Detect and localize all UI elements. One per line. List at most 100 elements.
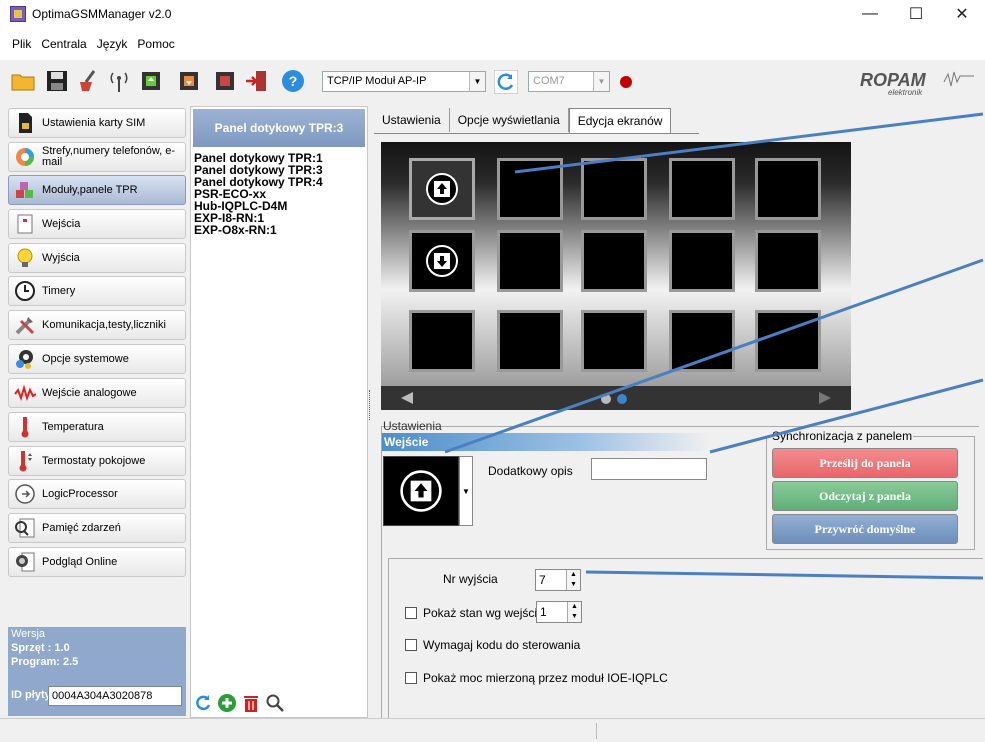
screen-button-cell[interactable] xyxy=(755,158,821,220)
tab-settings[interactable]: Ustawienia xyxy=(374,108,450,132)
previous-screen-icon[interactable] xyxy=(401,392,413,404)
sidebar-item-online-preview[interactable]: Podgląd Online xyxy=(8,547,186,577)
sidebar-item-zones[interactable]: Strefy,numery telefonów, e-mail xyxy=(8,142,186,172)
zones-pie-icon xyxy=(16,148,34,166)
sidebar-item-timers[interactable]: Timery xyxy=(8,276,186,306)
send-to-panel-button[interactable]: Prześlij do panela xyxy=(772,448,958,478)
checkbox-box[interactable] xyxy=(405,672,417,684)
sidebar-item-sim[interactable]: Ustawienia karty SIM xyxy=(8,108,186,138)
svg-text:ROPAM: ROPAM xyxy=(860,70,927,90)
clock-icon xyxy=(15,281,35,301)
page-dot[interactable] xyxy=(601,394,611,404)
section-title: Wejście xyxy=(382,433,710,451)
sidebar-item-analog-input[interactable]: Wejście analogowe xyxy=(8,378,186,408)
search-icon[interactable] xyxy=(265,693,285,713)
module-list: Panel dotykowy TPR:1 Panel dotykowy TPR:… xyxy=(194,152,323,236)
sidebar-item-modules[interactable]: Moduły,panele TPR xyxy=(8,175,186,205)
save-icon[interactable] xyxy=(44,68,70,94)
screen-button-cell[interactable] xyxy=(409,310,475,372)
tab-display-options[interactable]: Opcje wyświetlania xyxy=(450,108,569,132)
show-power-checkbox[interactable]: Pokaż moc mierzoną przez moduł IOE-IQPLC xyxy=(405,671,668,685)
screen-button-cell[interactable] xyxy=(409,230,475,292)
sidebar-item-event-log[interactable]: Pamięć zdarzeń xyxy=(8,513,186,543)
show-state-input-stepper[interactable]: 1 ▲ ▼ xyxy=(536,601,582,623)
port-select[interactable]: COM7 ▼ xyxy=(528,71,610,92)
output-options-panel: Nr wyjścia 7 ▲ ▼ Pokaż stan wg wejścia 1 … xyxy=(388,558,983,718)
broom-icon[interactable] xyxy=(76,68,102,94)
show-state-checkbox[interactable]: Pokaż stan wg wejścia xyxy=(405,606,544,620)
delete-icon[interactable] xyxy=(241,693,261,713)
sidebar-item-thermostats[interactable]: Termostaty pokojowe xyxy=(8,446,186,476)
add-icon[interactable] xyxy=(217,693,237,713)
next-screen-icon[interactable] xyxy=(819,392,831,404)
board-id-label: ID płyty xyxy=(11,689,51,701)
chip-download-icon[interactable] xyxy=(176,68,202,94)
tab-divider xyxy=(374,133,699,134)
status-led xyxy=(620,76,632,88)
maximize-button[interactable]: ☐ xyxy=(893,0,939,28)
chevron-down-icon: ▼ xyxy=(593,72,609,91)
inputs-icon xyxy=(17,214,33,234)
svg-text:elektronik: elektronik xyxy=(888,88,923,96)
module-list-header: Panel dotykowy TPR:3 xyxy=(193,109,365,147)
description-input[interactable] xyxy=(591,458,707,480)
page-dot-active[interactable] xyxy=(617,394,627,404)
refresh-icon[interactable] xyxy=(193,693,213,713)
sidebar-item-inputs[interactable]: Wejścia xyxy=(8,209,186,239)
menu-file[interactable]: Plik xyxy=(12,37,31,51)
show-state-input-value: 1 xyxy=(540,605,547,619)
toolbar: ? TCP/IP Moduł AP-IP ▼ COM7 ▼ ROPAM elek… xyxy=(0,60,985,104)
version-title: Wersja xyxy=(11,628,46,640)
icon-picker-dropdown[interactable]: ▼ xyxy=(459,456,473,526)
screen-button-cell[interactable] xyxy=(755,310,821,372)
screen-button-cell[interactable] xyxy=(497,310,563,372)
close-button[interactable]: ✕ xyxy=(939,0,985,28)
icon-picker[interactable] xyxy=(383,456,459,526)
sidebar-item-logic-processor[interactable]: LogicProcessor xyxy=(8,479,186,509)
folder-icon[interactable] xyxy=(10,68,36,94)
menu-language[interactable]: Język xyxy=(97,37,128,51)
module-toolbar xyxy=(193,693,285,713)
screen-button-cell[interactable] xyxy=(409,158,475,220)
tab-screen-editor[interactable]: Edycja ekranów xyxy=(568,108,672,133)
board-id-field[interactable] xyxy=(48,686,182,706)
sidebar-item-communication[interactable]: Komunikacja,testy,liczniki xyxy=(8,310,186,340)
menu-bar: Plik Centrala Język Pomoc xyxy=(0,28,985,60)
outputs-bulb-icon xyxy=(17,248,33,267)
module-list-panel: Panel dotykowy TPR:3 Panel dotykowy TPR:… xyxy=(190,106,368,718)
spinner-arrows-icon[interactable]: ▲ ▼ xyxy=(567,602,581,622)
screen-button-cell[interactable] xyxy=(669,158,735,220)
require-code-checkbox[interactable]: Wymagaj kodu do sterowania xyxy=(405,638,580,652)
exit-icon[interactable] xyxy=(244,68,270,94)
screen-button-cell[interactable] xyxy=(669,310,735,372)
chip-icon[interactable] xyxy=(212,68,238,94)
output-number-stepper[interactable]: 7 ▲ ▼ xyxy=(535,569,581,591)
thermometer-icon xyxy=(21,417,29,438)
event-log-icon xyxy=(15,518,35,538)
svg-text:?: ? xyxy=(289,73,298,89)
sidebar-item-system-options[interactable]: Opcje systemowe xyxy=(8,344,186,374)
refresh-icon[interactable] xyxy=(494,70,518,94)
restore-defaults-button[interactable]: Przywróć domyślne xyxy=(772,514,958,544)
screen-button-cell[interactable] xyxy=(581,158,647,220)
read-from-panel-button[interactable]: Odczytaj z panela xyxy=(772,481,958,511)
screen-button-cell[interactable] xyxy=(497,158,563,220)
screen-button-cell[interactable] xyxy=(581,310,647,372)
list-item[interactable]: EXP-O8x-RN:1 xyxy=(194,224,323,236)
spinner-arrows-icon[interactable]: ▲ ▼ xyxy=(566,570,580,590)
checkbox-box[interactable] xyxy=(405,639,417,651)
wireless-icon[interactable] xyxy=(106,68,132,94)
sidebar-item-outputs[interactable]: Wyjścia xyxy=(8,243,186,273)
help-icon[interactable]: ? xyxy=(280,68,306,94)
checkbox-box[interactable] xyxy=(405,607,417,619)
screen-button-cell[interactable] xyxy=(755,230,821,292)
menu-central[interactable]: Centrala xyxy=(41,37,86,51)
connection-select[interactable]: TCP/IP Moduł AP-IP ▼ xyxy=(322,71,486,92)
screen-button-cell[interactable] xyxy=(669,230,735,292)
chip-upload-icon[interactable] xyxy=(138,68,164,94)
screen-button-cell[interactable] xyxy=(497,230,563,292)
sidebar-item-temperature[interactable]: Temperatura xyxy=(8,412,186,442)
minimize-button[interactable]: — xyxy=(847,0,893,28)
menu-help[interactable]: Pomoc xyxy=(137,37,174,51)
screen-button-cell[interactable] xyxy=(581,230,647,292)
